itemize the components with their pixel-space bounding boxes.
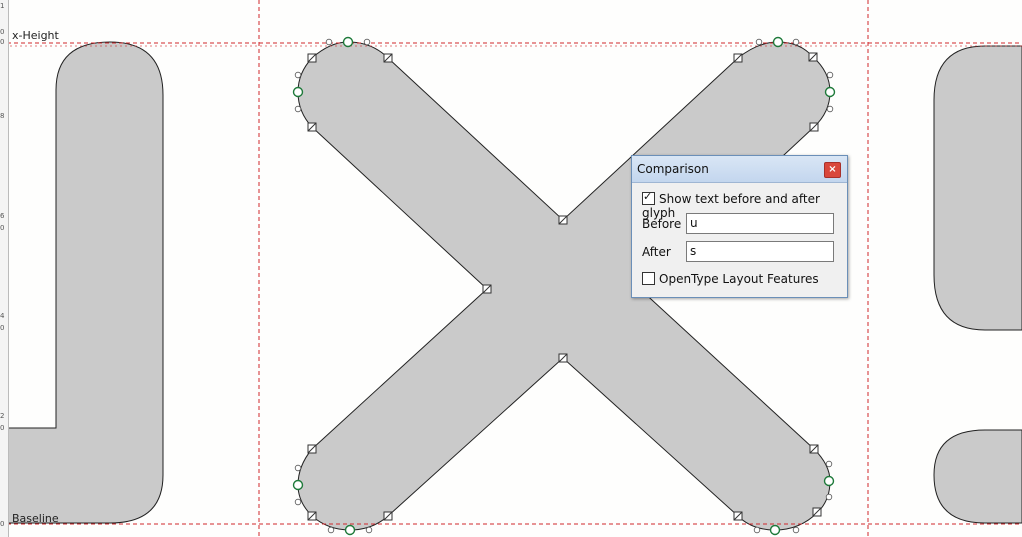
smooth-point — [344, 524, 356, 536]
ruler-tick-label: 6 — [0, 212, 5, 220]
ruler-tick-label: 4 — [0, 312, 5, 320]
control-handle — [825, 460, 833, 468]
smooth-point — [342, 36, 354, 48]
glyph-u-outline[interactable] — [7, 41, 164, 524]
close-button[interactable]: × — [824, 162, 841, 178]
smooth-point — [772, 36, 784, 48]
ruler-tick-label: 8 — [0, 112, 5, 120]
control-handle — [755, 38, 763, 46]
glyph-s-bottom-outline[interactable] — [933, 429, 1022, 524]
control-handle — [363, 38, 371, 46]
control-handle — [327, 526, 335, 534]
control-handle — [792, 38, 800, 46]
after-label: After — [642, 245, 671, 259]
opentype-checkbox[interactable] — [642, 272, 655, 285]
control-handle — [294, 498, 302, 506]
control-handle — [826, 105, 834, 113]
control-handle — [825, 493, 833, 501]
opentype-label: OpenType Layout Features — [659, 272, 819, 286]
smooth-point — [769, 524, 781, 536]
smooth-point — [292, 479, 304, 491]
ruler-tick-label: 0 — [0, 324, 5, 332]
control-handle — [792, 526, 800, 534]
control-handle — [753, 526, 761, 534]
after-input[interactable]: s — [686, 241, 834, 262]
show-text-checkbox[interactable] — [642, 190, 655, 205]
xheight-guide-label: x-Height — [12, 29, 59, 42]
ruler-tick-label: 0 — [0, 520, 5, 528]
smooth-point — [823, 475, 835, 487]
before-input[interactable]: u — [686, 213, 834, 234]
opentype-option[interactable]: OpenType Layout Features — [642, 272, 819, 286]
ruler-tick-label: 2 — [0, 412, 5, 420]
before-label: Before — [642, 217, 682, 231]
ruler-tick-label: 0 — [0, 424, 5, 432]
ruler-tick-label: 0 — [0, 38, 5, 46]
comparison-dialog: Comparison × Show text before and after … — [631, 155, 848, 298]
control-handle — [365, 526, 373, 534]
smooth-point — [292, 86, 304, 98]
smooth-point — [824, 86, 836, 98]
control-handle — [294, 71, 302, 79]
ruler-tick-label: 0 — [0, 224, 5, 232]
control-handle — [826, 71, 834, 79]
control-handle — [325, 38, 333, 46]
control-handle — [294, 464, 302, 472]
ruler-tick-label: 0 — [0, 28, 5, 36]
vertical-ruler[interactable]: 1 0 0 8 6 0 4 0 2 0 0 — [0, 0, 9, 537]
control-handle — [294, 105, 302, 113]
dialog-titlebar[interactable]: Comparison × — [632, 156, 847, 183]
dialog-title: Comparison — [637, 162, 709, 176]
glyph-canvas[interactable] — [0, 0, 1022, 537]
ruler-tick-label: 1 — [0, 2, 5, 10]
baseline-guide-label: Baseline — [12, 512, 59, 525]
glyph-s-top-outline[interactable] — [933, 45, 1022, 331]
